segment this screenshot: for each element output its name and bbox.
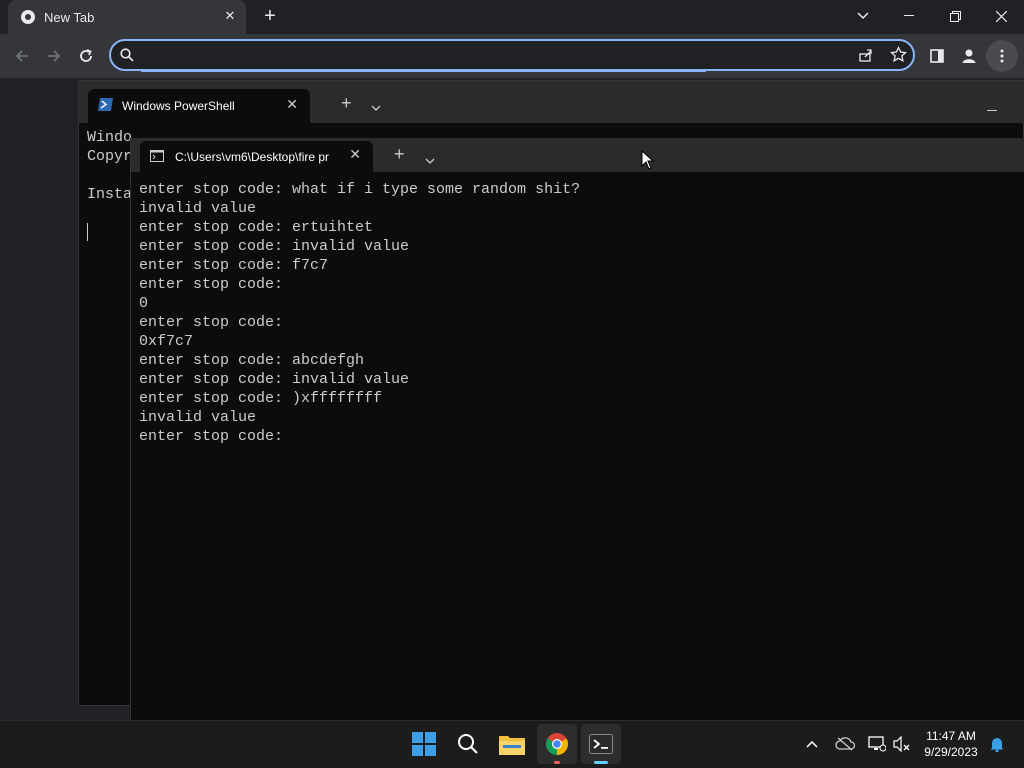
file-explorer-icon[interactable] xyxy=(492,724,532,764)
share-icon[interactable] xyxy=(858,47,874,63)
side-panel-icon[interactable] xyxy=(921,40,953,72)
notification-bell-icon[interactable] xyxy=(985,732,1009,756)
terminal-line: 0xf7c7 xyxy=(139,333,194,350)
chrome-tab-title: New Tab xyxy=(44,10,95,25)
search-icon xyxy=(120,48,134,62)
terminal-new-tab-button[interactable]: + xyxy=(394,144,405,165)
terminal-line: enter stop code: xyxy=(139,428,284,445)
new-tab-button[interactable]: + xyxy=(258,6,282,28)
chrome-favicon-icon xyxy=(21,10,35,24)
terminal-line: enter stop code: )xffffffff xyxy=(139,390,383,407)
taskbar-search-icon[interactable] xyxy=(448,724,488,764)
powershell-line-1: Windo xyxy=(87,129,133,146)
powershell-line-2: Copyr xyxy=(87,148,133,165)
back-arrow-icon[interactable] xyxy=(6,40,38,72)
terminal-line: enter stop code: invalid value xyxy=(139,371,410,388)
restore-icon[interactable] xyxy=(932,0,978,32)
clock-time: 11:47 AM xyxy=(926,729,976,743)
mouse-cursor-icon xyxy=(641,150,654,170)
powershell-tab-title: Windows PowerShell xyxy=(122,99,235,113)
chrome-active-indicator xyxy=(554,761,560,764)
terminal-tab[interactable]: C:\Users\vm6\Desktop\fire pr ✕ xyxy=(140,141,373,172)
chrome-tab-new-tab[interactable]: New Tab ✕ xyxy=(8,0,246,34)
terminal-dropdown-icon[interactable] xyxy=(425,151,435,169)
windows-start-icon[interactable] xyxy=(404,724,444,764)
show-hidden-icons-chevron-icon[interactable] xyxy=(800,732,824,756)
terminal-tab-close-icon[interactable]: ✕ xyxy=(349,146,361,163)
terminal-line: enter stop code: what if i type some ran… xyxy=(139,181,581,198)
terminal-line: enter stop code: ertuihtet xyxy=(139,219,374,236)
forward-arrow-icon[interactable] xyxy=(38,40,70,72)
reload-icon[interactable] xyxy=(70,40,102,72)
address-input[interactable] xyxy=(141,45,821,65)
powershell-tab[interactable]: Windows PowerShell ✕ xyxy=(88,89,310,123)
page-load-progress xyxy=(141,70,706,72)
network-icon[interactable] xyxy=(865,732,889,756)
powershell-icon xyxy=(98,98,113,111)
powershell-new-tab-button[interactable]: + xyxy=(341,93,352,114)
terminal-active-indicator xyxy=(594,761,608,764)
tab-search-icon[interactable] xyxy=(840,0,886,32)
terminal-taskbar-icon[interactable] xyxy=(581,724,621,764)
chrome-taskbar-icon[interactable] xyxy=(537,724,577,764)
terminal-window[interactable]: C:\Users\vm6\Desktop\fire pr ✕ + enter s… xyxy=(130,138,1024,720)
terminal-line: enter stop code: invalid value xyxy=(139,238,410,255)
terminal-tab-title: C:\Users\vm6\Desktop\fire pr xyxy=(175,150,330,164)
chrome-tab-close-icon[interactable]: ✕ xyxy=(222,8,238,24)
bookmark-star-icon[interactable] xyxy=(890,46,907,63)
terminal-line: invalid value xyxy=(139,200,257,217)
terminal-line: invalid value xyxy=(139,409,257,426)
minimize-icon[interactable] xyxy=(886,0,932,32)
terminal-line: enter stop code: abcdefgh xyxy=(139,352,365,369)
chrome-menu-icon[interactable] xyxy=(986,40,1018,72)
cmd-icon xyxy=(150,150,164,162)
powershell-minimize-icon[interactable] xyxy=(987,99,997,117)
profile-avatar-icon[interactable] xyxy=(953,40,985,72)
terminal-line: 0 xyxy=(139,295,149,312)
terminal-line: enter stop code: xyxy=(139,314,284,331)
onedrive-offline-icon[interactable] xyxy=(833,732,857,756)
system-clock[interactable]: 11:47 AM 9/29/2023 xyxy=(916,728,986,760)
terminal-line: enter stop code: xyxy=(139,276,284,293)
powershell-dropdown-icon[interactable] xyxy=(371,98,381,116)
terminal-output[interactable]: enter stop code: what if i type some ran… xyxy=(139,180,580,446)
close-window-icon[interactable] xyxy=(978,0,1024,32)
terminal-line: enter stop code: f7c7 xyxy=(139,257,329,274)
volume-muted-icon[interactable] xyxy=(890,732,914,756)
powershell-line-4: Insta xyxy=(87,186,133,203)
powershell-cursor xyxy=(87,223,88,241)
address-bar[interactable] xyxy=(109,39,915,72)
clock-date: 9/29/2023 xyxy=(924,745,978,759)
powershell-tab-close-icon[interactable]: ✕ xyxy=(286,96,298,113)
